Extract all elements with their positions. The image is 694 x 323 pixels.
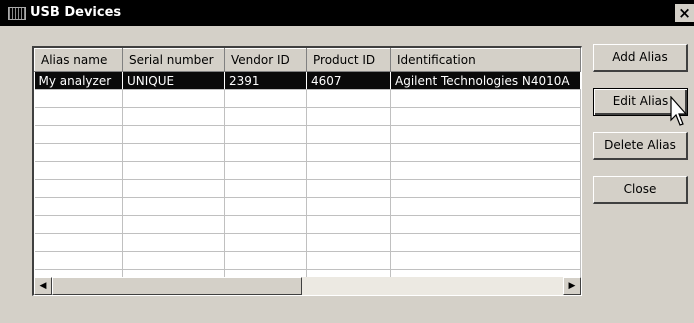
title-bar[interactable]: USB Devices × (0, 0, 694, 26)
empty-cell (390, 143, 581, 162)
empty-row (34, 215, 581, 234)
column-header-vendor-id[interactable]: Vendor ID (224, 48, 307, 72)
empty-row (34, 233, 581, 252)
column-header-serial-number[interactable]: Serial number (122, 48, 225, 72)
add-alias-button[interactable]: Add Alias (593, 44, 688, 72)
empty-cell (390, 179, 581, 198)
scroll-thumb[interactable] (52, 277, 302, 295)
empty-row (34, 143, 581, 162)
empty-cell (306, 179, 391, 198)
column-header-alias-name[interactable]: Alias name (34, 48, 123, 72)
empty-cell (390, 233, 581, 252)
empty-cell (34, 143, 123, 162)
empty-cell (390, 197, 581, 216)
empty-cell (34, 197, 123, 216)
empty-cell (122, 197, 225, 216)
empty-cell (224, 89, 307, 108)
usb-device-list[interactable]: Alias name Serial number Vendor ID Produ… (32, 46, 582, 296)
empty-row (34, 179, 581, 198)
empty-row (34, 107, 581, 126)
empty-cell (122, 179, 225, 198)
empty-cell (224, 143, 307, 162)
empty-cell (34, 251, 123, 270)
cell-product-id: 4607 (306, 71, 391, 90)
empty-row (34, 197, 581, 216)
column-header-identification[interactable]: Identification (390, 48, 581, 72)
cell-alias-name: My analyzer (34, 71, 123, 90)
empty-cell (122, 251, 225, 270)
device-table: Alias name Serial number Vendor ID Produ… (34, 48, 581, 288)
empty-cell (224, 215, 307, 234)
empty-cell (34, 125, 123, 144)
empty-cell (34, 233, 123, 252)
empty-cell (306, 233, 391, 252)
empty-row (34, 161, 581, 180)
empty-cell (122, 143, 225, 162)
empty-cell (390, 251, 581, 270)
empty-cell (390, 89, 581, 108)
delete-alias-button[interactable]: Delete Alias (593, 132, 688, 160)
empty-cell (34, 107, 123, 126)
empty-cell (390, 161, 581, 180)
header-row: Alias name Serial number Vendor ID Produ… (34, 48, 581, 72)
empty-cell (224, 161, 307, 180)
empty-cell (390, 125, 581, 144)
empty-cell (122, 233, 225, 252)
empty-cell (306, 125, 391, 144)
empty-cell (34, 161, 123, 180)
scroll-left-icon[interactable]: ◀ (34, 277, 52, 295)
empty-cell (224, 179, 307, 198)
cell-identification: Agilent Technologies N4010A (390, 71, 581, 90)
empty-cell (122, 89, 225, 108)
window-title: USB Devices (30, 5, 122, 20)
cell-vendor-id: 2391 (224, 71, 307, 90)
empty-cell (390, 107, 581, 126)
empty-cell (306, 107, 391, 126)
empty-row (34, 251, 581, 270)
empty-cell (306, 89, 391, 108)
empty-cell (122, 215, 225, 234)
app-icon (8, 7, 26, 20)
empty-cell (34, 215, 123, 234)
close-window-button[interactable]: × (675, 4, 694, 22)
empty-cell (122, 125, 225, 144)
horizontal-scrollbar[interactable]: ◀ ▶ (34, 277, 581, 295)
mouse-pointer-icon (670, 96, 688, 126)
empty-cell (306, 143, 391, 162)
empty-cell (224, 107, 307, 126)
empty-row (34, 125, 581, 144)
empty-cell (34, 89, 123, 108)
empty-cell (224, 251, 307, 270)
empty-cell (390, 215, 581, 234)
empty-cell (34, 179, 123, 198)
column-header-product-id[interactable]: Product ID (306, 48, 391, 72)
scroll-right-icon[interactable]: ▶ (563, 277, 581, 295)
usb-devices-dialog: USB Devices × Alias name Serial number V… (0, 0, 694, 323)
empty-cell (306, 161, 391, 180)
empty-cell (306, 251, 391, 270)
empty-cell (224, 125, 307, 144)
table-row[interactable]: My analyzer UNIQUE 2391 4607 Agilent Tec… (34, 71, 581, 90)
empty-cell (122, 107, 225, 126)
empty-cell (224, 197, 307, 216)
empty-cell (306, 197, 391, 216)
cell-serial-number: UNIQUE (122, 71, 225, 90)
empty-row (34, 89, 581, 108)
close-button[interactable]: Close (593, 176, 688, 204)
empty-cell (122, 161, 225, 180)
empty-cell (306, 215, 391, 234)
empty-cell (224, 233, 307, 252)
